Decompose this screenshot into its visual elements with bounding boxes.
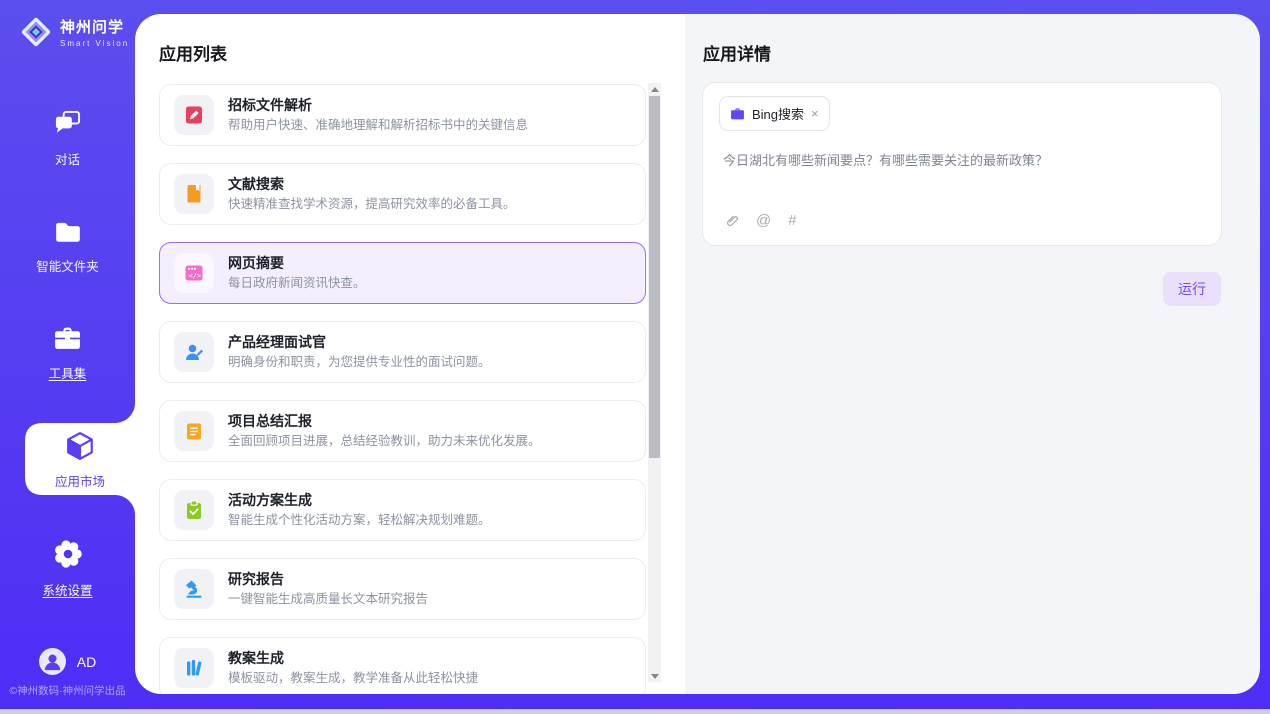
sidebar-item-label: 对话	[0, 149, 135, 168]
app-card-lesson-plan[interactable]: 教案生成 模板驱动，教案生成，教学准备从此轻松快捷	[159, 637, 646, 694]
app-icon-tile	[174, 648, 214, 688]
app-card-title: 活动方案生成	[228, 491, 491, 509]
app-card-description: 每日政府新闻资讯快查。	[228, 275, 366, 292]
app-card-description: 智能生成个性化活动方案，轻松解决规划难题。	[228, 512, 491, 529]
sidebar-item-label: 系统设置	[0, 580, 135, 599]
app-card-bid-document-parsing[interactable]: 招标文件解析 帮助用户快速、准确地理解和解析招标书中的关键信息	[159, 84, 646, 146]
brand-name: 神州问学	[60, 16, 129, 37]
svg-text:</>: </>	[189, 272, 202, 280]
app-card-list: 招标文件解析 帮助用户快速、准确地理解和解析招标书中的关键信息 文献搜索	[159, 84, 646, 694]
prompt-input[interactable]: 今日湖北有哪些新闻要点？有哪些需要关注的最新政策？	[723, 151, 1201, 170]
clipboard-check-icon	[183, 499, 205, 521]
app-window: 神州问学 Smart Vision 对话 智能文件夹 工具集	[0, 0, 1270, 714]
notepad-icon	[183, 420, 205, 442]
app-card-title: 研究报告	[228, 570, 428, 588]
app-icon-tile	[174, 490, 214, 530]
app-list-title: 应用列表	[159, 40, 227, 65]
sidebar-item-smart-folders[interactable]: 智能文件夹	[0, 220, 135, 275]
close-icon[interactable]: ×	[811, 107, 819, 120]
run-button[interactable]: 运行	[1163, 272, 1221, 306]
brand-logo: 神州问学 Smart Vision	[20, 15, 129, 49]
sidebar-item-app-market[interactable]: 应用市场	[25, 430, 135, 490]
folder-icon	[54, 220, 82, 244]
app-card-title: 产品经理面试官	[228, 333, 491, 351]
app-icon-tile	[174, 332, 214, 372]
app-card-description: 明确身份和职责，为您提供专业性的面试问题。	[228, 354, 491, 371]
sidebar-item-label: 工具集	[0, 363, 135, 382]
book-icon	[183, 183, 205, 205]
microscope-icon	[183, 578, 205, 600]
brand-tagline: Smart Vision	[60, 39, 129, 48]
app-card-title: 招标文件解析	[228, 96, 528, 114]
books-icon	[183, 657, 205, 679]
scrollbar-thumb[interactable]	[649, 96, 660, 458]
app-card-event-plan[interactable]: 活动方案生成 智能生成个性化活动方案，轻松解决规划难题。	[159, 479, 646, 541]
avatar	[39, 648, 66, 675]
at-sign-icon[interactable]: @	[756, 212, 771, 229]
tool-chip-bing-search[interactable]: Bing搜索 ×	[719, 96, 830, 131]
app-card-description: 模板驱动，教案生成，教学准备从此轻松快捷	[228, 670, 478, 687]
cube-icon	[64, 430, 96, 462]
app-icon-tile	[174, 95, 214, 135]
app-card-pm-interviewer[interactable]: 产品经理面试官 明确身份和职责，为您提供专业性的面试问题。	[159, 321, 646, 383]
app-card-description: 快速精准查找学术资源，提高研究效率的必备工具。	[228, 196, 516, 213]
briefcase-icon	[730, 107, 745, 121]
main-panel: 应用列表 招标文件解析 帮助用户快速、准确地理解和解析招标书中的关键信息	[135, 14, 1260, 694]
copyright-footer: ©神州数码·神州问学出品	[0, 683, 135, 698]
scroll-up-icon[interactable]	[648, 83, 661, 95]
app-card-description: 一键智能生成高质量长文本研究报告	[228, 591, 428, 608]
tool-chip-label: Bing搜索	[752, 104, 804, 123]
app-icon-tile	[174, 174, 214, 214]
app-list-section: 应用列表 招标文件解析 帮助用户快速、准确地理解和解析招标书中的关键信息	[135, 14, 685, 694]
sidebar-item-chat[interactable]: 对话	[0, 110, 135, 168]
app-card-description: 全面回顾项目进展，总结经验教训，助力未来优化发展。	[228, 433, 541, 450]
app-card-title: 项目总结汇报	[228, 412, 541, 430]
user-profile[interactable]: AD	[0, 648, 135, 675]
prompt-card: Bing搜索 × 今日湖北有哪些新闻要点？有哪些需要关注的最新政策？ @ #	[702, 82, 1222, 246]
gear-icon	[54, 540, 82, 568]
app-detail-title: 应用详情	[703, 40, 771, 65]
paperclip-icon[interactable]	[723, 212, 739, 229]
app-detail-section: 应用详情 Bing搜索 × 今日湖北有哪些新闻要点？有哪些需要关注的最新政策？ …	[685, 14, 1260, 694]
app-icon-tile	[174, 569, 214, 609]
browser-code-icon: </>	[183, 262, 205, 284]
app-card-title: 教案生成	[228, 649, 478, 667]
hash-icon[interactable]: #	[788, 212, 796, 229]
app-icon-tile: </>	[174, 253, 214, 293]
user-name: AD	[77, 654, 96, 670]
app-card-research-report[interactable]: 研究报告 一键智能生成高质量长文本研究报告	[159, 558, 646, 620]
sidebar-item-label: 应用市场	[25, 471, 135, 490]
app-card-title: 网页摘要	[228, 254, 366, 272]
document-edit-icon	[183, 104, 205, 126]
scroll-down-icon[interactable]	[648, 670, 661, 682]
app-card-literature-search[interactable]: 文献搜索 快速精准查找学术资源，提高研究效率的必备工具。	[159, 163, 646, 225]
sidebar-item-settings[interactable]: 系统设置	[0, 540, 135, 599]
brand-diamond-icon	[20, 15, 52, 49]
app-card-web-summary[interactable]: </> 网页摘要 每日政府新闻资讯快查。	[159, 242, 646, 304]
app-card-project-summary[interactable]: 项目总结汇报 全面回顾项目进展，总结经验教训，助力未来优化发展。	[159, 400, 646, 462]
app-card-description: 帮助用户快速、准确地理解和解析招标书中的关键信息	[228, 117, 528, 134]
sidebar-item-label: 智能文件夹	[0, 256, 135, 275]
composer-toolbar: @ #	[723, 212, 797, 229]
chat-icon	[53, 110, 82, 137]
toolbox-icon	[53, 326, 82, 351]
app-icon-tile	[174, 411, 214, 451]
app-card-title: 文献搜索	[228, 175, 516, 193]
window-bottom-edge	[0, 709, 1270, 714]
app-list-scrollbar[interactable]	[648, 83, 661, 682]
sidebar-item-toolset[interactable]: 工具集	[0, 326, 135, 382]
interviewer-icon	[183, 341, 205, 363]
